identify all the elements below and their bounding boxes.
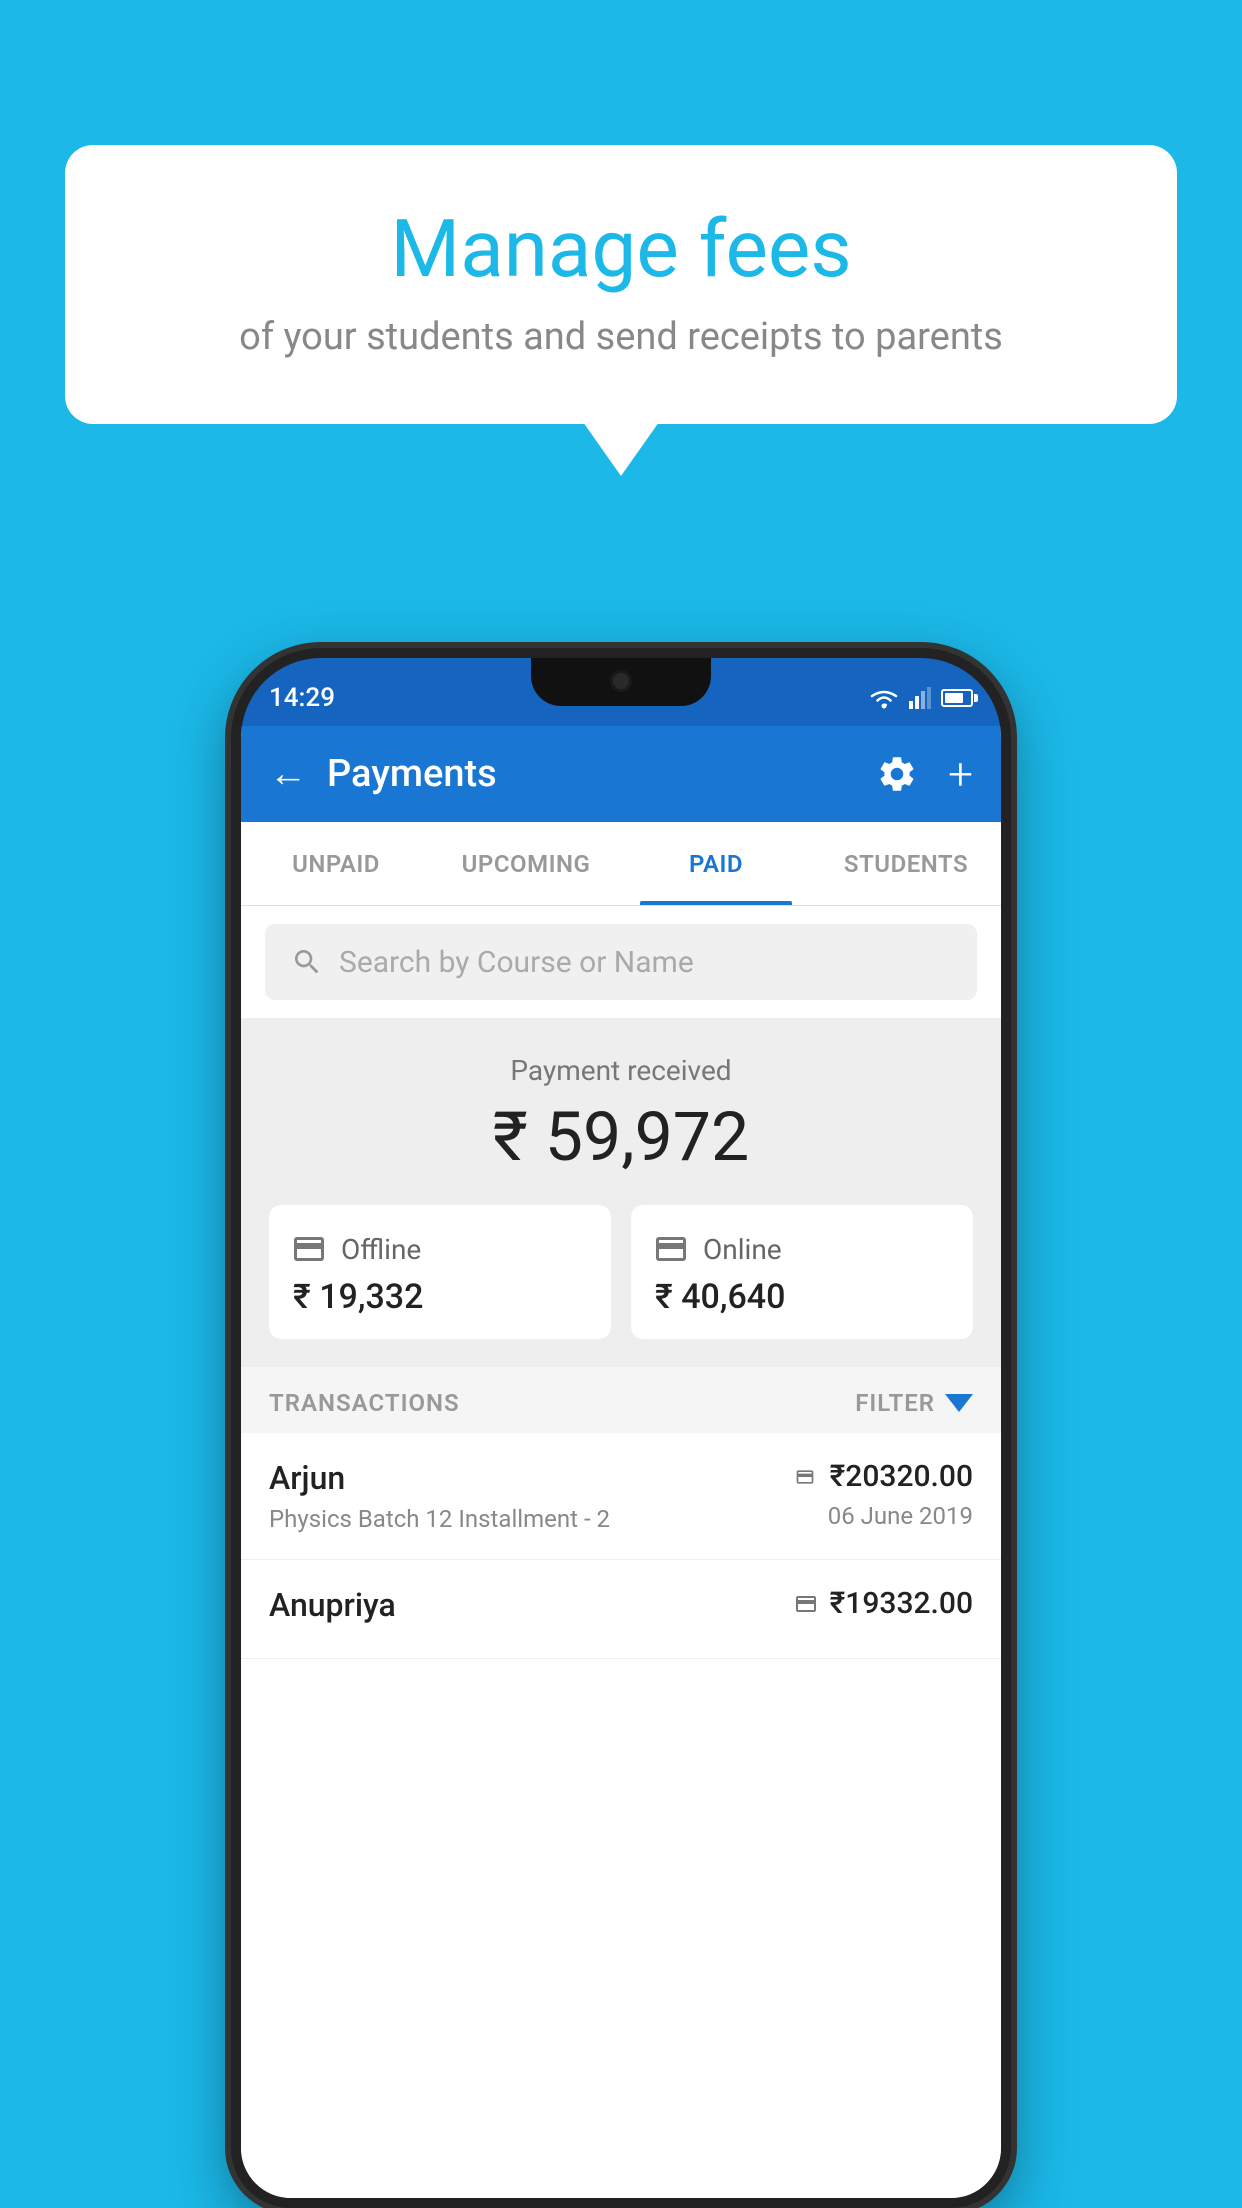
search-bar[interactable]: Search by Course or Name [265, 924, 977, 1000]
online-payment-card: Online ₹ 40,640 [631, 1205, 973, 1339]
credit-card-icon [653, 1231, 689, 1267]
search-container: Search by Course or Name [241, 906, 1001, 1018]
online-label: Online [703, 1233, 782, 1266]
phone-frame: 14:29 ← Payme [231, 648, 1011, 2208]
tabs-bar: UNPAID UPCOMING PAID STUDENTS [241, 822, 1001, 906]
status-icons [869, 687, 973, 709]
status-time: 14:29 [269, 683, 335, 713]
online-amount: ₹ 40,640 [653, 1277, 951, 1317]
transaction-left: Anupriya [269, 1586, 792, 1632]
transaction-cash-icon [792, 1592, 820, 1616]
app-screen: ← Payments + UNPAID UPCOMING PAID STUDEN… [241, 726, 1001, 2198]
transactions-label: TRANSACTIONS [269, 1389, 460, 1417]
payment-cards: Offline ₹ 19,332 Online ₹ 40,640 [269, 1205, 973, 1339]
app-header: ← Payments + [241, 726, 1001, 822]
transaction-item[interactable]: Arjun Physics Batch 12 Installment - 2 ₹… [241, 1433, 1001, 1560]
settings-icon[interactable] [876, 753, 918, 795]
transaction-left: Arjun Physics Batch 12 Installment - 2 [269, 1459, 790, 1533]
offline-label: Offline [341, 1233, 421, 1266]
speech-bubble: Manage fees of your students and send re… [65, 145, 1177, 424]
transaction-detail: Physics Batch 12 Installment - 2 [269, 1505, 790, 1533]
filter-container[interactable]: FILTER [855, 1389, 973, 1417]
payment-total-amount: ₹ 59,972 [269, 1097, 973, 1177]
transaction-name: Anupriya [269, 1586, 792, 1624]
transaction-item[interactable]: Anupriya ₹19332.00 [241, 1560, 1001, 1659]
transaction-name: Arjun [269, 1459, 790, 1497]
tab-unpaid[interactable]: UNPAID [241, 822, 431, 905]
filter-label: FILTER [855, 1389, 935, 1417]
add-button[interactable]: + [948, 748, 973, 800]
offline-card-header: Offline [291, 1231, 589, 1267]
offline-payment-card: Offline ₹ 19,332 [269, 1205, 611, 1339]
payment-received-label: Payment received [269, 1054, 973, 1087]
cash-icon [291, 1231, 327, 1267]
wifi-icon [869, 687, 899, 709]
signal-icon [909, 687, 931, 709]
transaction-date: 06 June 2019 [828, 1502, 973, 1530]
tab-upcoming[interactable]: UPCOMING [431, 822, 621, 905]
transaction-right: ₹19332.00 [792, 1586, 973, 1629]
transaction-amount: ₹20320.00 [830, 1459, 973, 1494]
search-icon [291, 946, 323, 978]
transaction-amount-row: ₹20320.00 [790, 1459, 973, 1494]
online-card-header: Online [653, 1231, 951, 1267]
filter-icon [945, 1394, 973, 1412]
speech-bubble-title: Manage fees [135, 205, 1107, 293]
transaction-list: Arjun Physics Batch 12 Installment - 2 ₹… [241, 1433, 1001, 2198]
page-title: Payments [327, 752, 856, 796]
battery-icon [941, 689, 973, 707]
speech-bubble-subtitle: of your students and send receipts to pa… [135, 315, 1107, 359]
phone-notch [531, 658, 711, 706]
transaction-amount-row: ₹19332.00 [792, 1586, 973, 1621]
transactions-header: TRANSACTIONS FILTER [241, 1367, 1001, 1433]
front-camera [610, 670, 632, 692]
transaction-payment-icon [790, 1467, 820, 1487]
search-placeholder: Search by Course or Name [339, 945, 694, 980]
back-button[interactable]: ← [269, 755, 307, 793]
tab-paid[interactable]: PAID [621, 822, 811, 905]
transaction-right: ₹20320.00 06 June 2019 [790, 1459, 973, 1530]
transaction-amount: ₹19332.00 [830, 1586, 973, 1621]
tab-students[interactable]: STUDENTS [811, 822, 1001, 905]
offline-amount: ₹ 19,332 [291, 1277, 589, 1317]
payment-summary: Payment received ₹ 59,972 Offline ₹ 19,3… [241, 1018, 1001, 1367]
